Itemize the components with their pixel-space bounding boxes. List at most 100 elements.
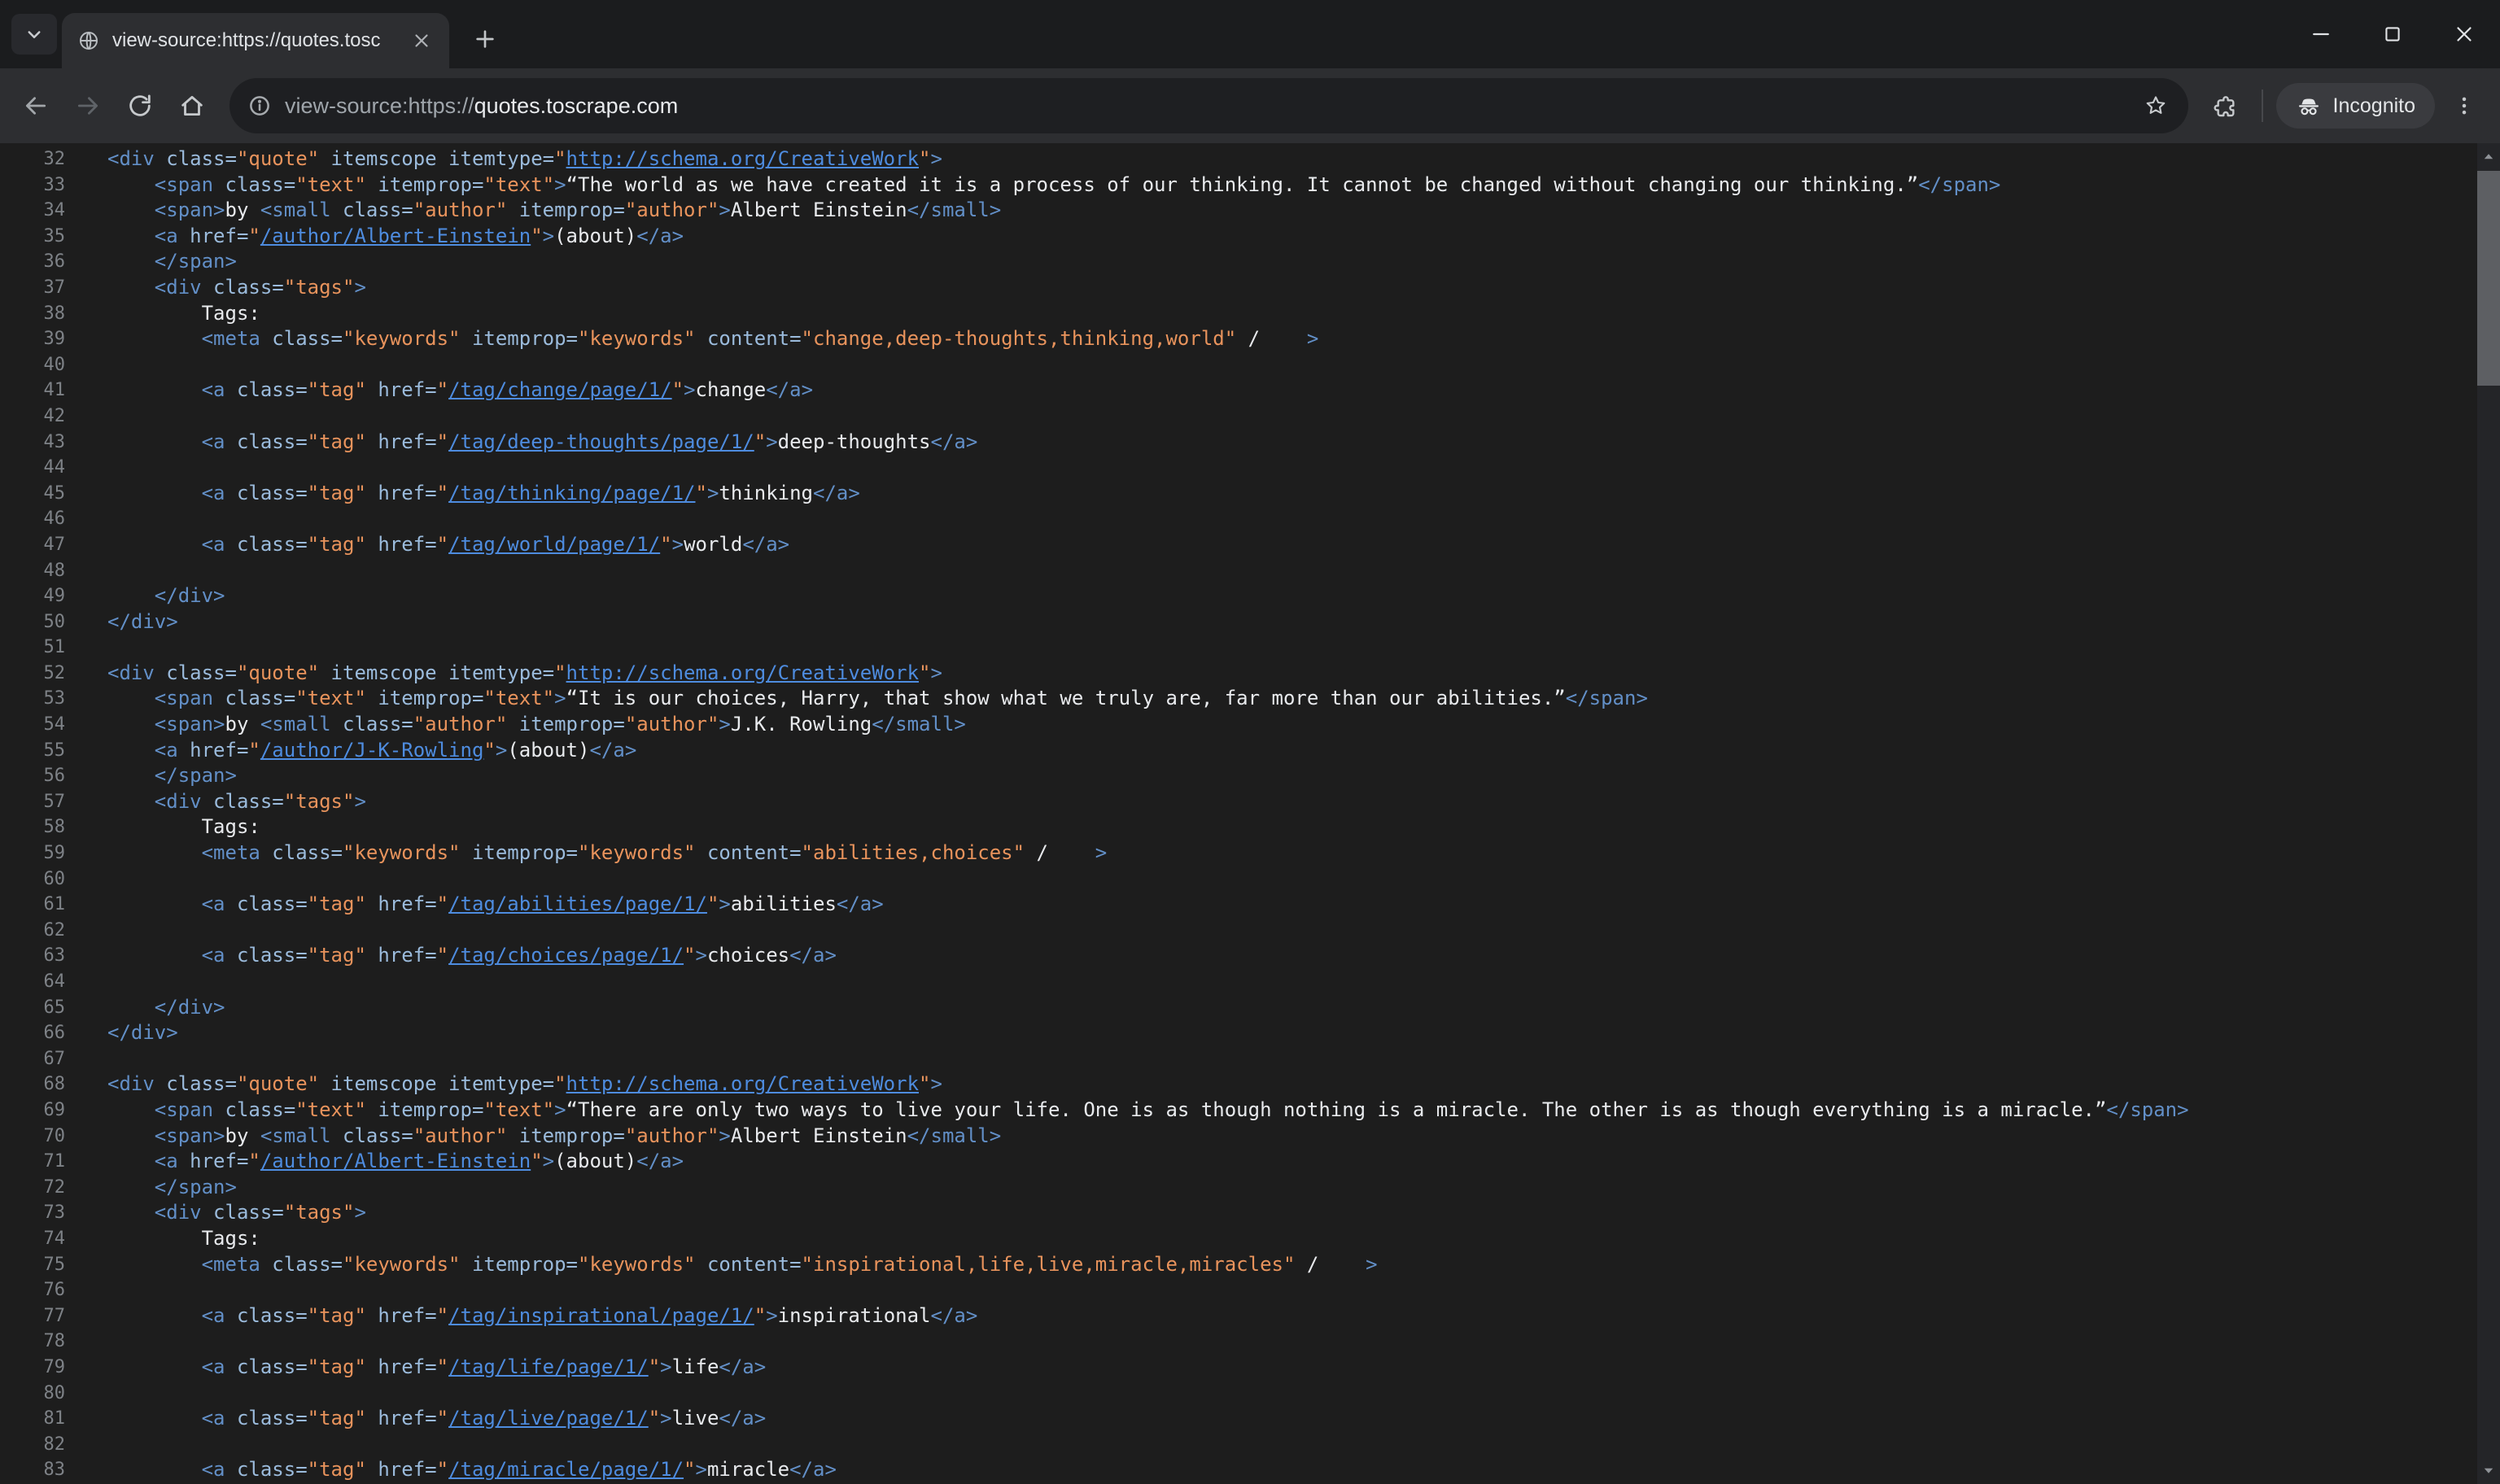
line-number: 51 bbox=[0, 635, 65, 661]
source-token: </span> bbox=[155, 1176, 237, 1198]
source-token: > bbox=[543, 1150, 554, 1172]
source-link[interactable]: /tag/abilities/page/1/ bbox=[448, 893, 707, 915]
tab-close-button[interactable] bbox=[405, 24, 438, 57]
source-line: 50</div> bbox=[0, 609, 2500, 635]
source-token: </a> bbox=[589, 739, 636, 762]
source-token: "text" bbox=[483, 687, 554, 709]
source-link[interactable]: /tag/life/page/1/ bbox=[448, 1355, 649, 1378]
source-token: change bbox=[696, 378, 767, 401]
source-token: "tags" bbox=[284, 790, 355, 813]
source-link[interactable]: http://schema.org/CreativeWork bbox=[566, 147, 919, 170]
address-bar[interactable]: view-source:https://quotes.toscrape.com bbox=[229, 78, 2188, 133]
source-line-code: <span>by <small class="author" itemprop=… bbox=[65, 198, 1001, 224]
source-token: <meta bbox=[202, 841, 273, 864]
source-token: content= bbox=[696, 327, 802, 350]
source-token: class= bbox=[237, 1458, 308, 1481]
line-number: 32 bbox=[0, 146, 65, 172]
source-token: class= bbox=[237, 378, 308, 401]
scrollbar[interactable] bbox=[2477, 143, 2500, 1484]
reload-button[interactable] bbox=[117, 83, 163, 129]
source-link[interactable]: /author/J-K-Rowling bbox=[260, 739, 484, 762]
forward-button[interactable] bbox=[65, 83, 111, 129]
close-window-button[interactable] bbox=[2428, 0, 2500, 68]
source-line-code: <a href="/author/J-K-Rowling">(about)</a… bbox=[65, 738, 636, 764]
line-number: 55 bbox=[0, 738, 65, 764]
minimize-button[interactable] bbox=[2285, 0, 2357, 68]
line-number: 73 bbox=[0, 1200, 65, 1226]
source-line: 77 <a class="tag" href="/tag/inspiration… bbox=[0, 1303, 2500, 1329]
source-line-code: <a class="tag" href="/tag/choices/page/1… bbox=[65, 943, 837, 969]
source-line-code: <a class="tag" href="/tag/deep-thoughts/… bbox=[65, 430, 977, 456]
scroll-up-button[interactable] bbox=[2477, 143, 2500, 171]
source-token: class= bbox=[213, 1201, 284, 1224]
tab-search-button[interactable] bbox=[11, 14, 57, 55]
source-token: "tags" bbox=[284, 1201, 355, 1224]
source-line-code: </div> bbox=[65, 995, 225, 1021]
source-line-code: <div class="tags"> bbox=[65, 1200, 366, 1226]
source-link[interactable]: /tag/thinking/page/1/ bbox=[448, 482, 695, 504]
source-token: </a> bbox=[636, 225, 684, 247]
source-token: (about) bbox=[554, 1150, 636, 1172]
active-tab[interactable]: view-source:https://quotes.tosc bbox=[62, 13, 449, 68]
source-link[interactable]: /tag/world/page/1/ bbox=[448, 533, 660, 556]
source-link[interactable]: http://schema.org/CreativeWork bbox=[566, 661, 919, 684]
source-token: <a bbox=[155, 225, 190, 247]
source-token: itemprop= bbox=[366, 1098, 484, 1121]
source-line: 40 bbox=[0, 352, 2500, 378]
source-token: "tag" bbox=[308, 1458, 366, 1481]
line-number: 50 bbox=[0, 609, 65, 635]
source-token: <a bbox=[155, 1150, 190, 1172]
source-token: > bbox=[1366, 1253, 1377, 1276]
source-link[interactable]: /tag/change/page/1/ bbox=[448, 378, 672, 401]
source-line-code: Tags: bbox=[65, 1226, 260, 1252]
maximize-button[interactable] bbox=[2357, 0, 2428, 68]
home-icon bbox=[178, 92, 206, 120]
site-info-button[interactable] bbox=[247, 94, 272, 118]
extensions-button[interactable] bbox=[2203, 83, 2249, 129]
source-token: "text" bbox=[295, 173, 366, 196]
source-token: " bbox=[672, 378, 684, 401]
source-link[interactable]: /tag/miracle/page/1/ bbox=[448, 1458, 684, 1481]
source-link[interactable]: /author/Albert-Einstein bbox=[260, 225, 531, 247]
source-line-code: <a href="/author/Albert-Einstein">(about… bbox=[65, 1149, 684, 1175]
source-token: " bbox=[437, 533, 448, 556]
source-line-code: </div> bbox=[65, 609, 178, 635]
line-number: 72 bbox=[0, 1175, 65, 1201]
source-line-code bbox=[65, 1432, 107, 1458]
source-link[interactable]: /tag/inspirational/page/1/ bbox=[448, 1304, 754, 1327]
back-button[interactable] bbox=[13, 83, 59, 129]
url-domain: quotes.toscrape.com bbox=[474, 94, 679, 118]
menu-button[interactable] bbox=[2441, 83, 2487, 129]
line-number: 33 bbox=[0, 172, 65, 199]
source-token: > bbox=[354, 276, 365, 299]
source-link[interactable]: /author/Albert-Einstein bbox=[260, 1150, 531, 1172]
source-link[interactable]: http://schema.org/CreativeWork bbox=[566, 1072, 919, 1095]
source-link[interactable]: /tag/choices/page/1/ bbox=[448, 944, 684, 967]
source-token: <a bbox=[202, 533, 237, 556]
plus-icon bbox=[472, 26, 498, 52]
source-line: 51 bbox=[0, 635, 2500, 661]
source-line: 38 Tags: bbox=[0, 301, 2500, 327]
source-link[interactable]: /tag/deep-thoughts/page/1/ bbox=[448, 430, 754, 453]
source-line-code: Tags: bbox=[65, 814, 260, 840]
source-line: 56 </span> bbox=[0, 763, 2500, 789]
source-token: " bbox=[437, 430, 448, 453]
source-token: class= bbox=[166, 1072, 237, 1095]
source-link[interactable]: /tag/live/page/1/ bbox=[448, 1407, 649, 1429]
scroll-down-button[interactable] bbox=[2477, 1456, 2500, 1484]
source-token: class= bbox=[343, 199, 413, 221]
source-line-code: <a class="tag" href="/tag/world/page/1/"… bbox=[65, 532, 789, 558]
source-token: Tags: bbox=[202, 1227, 260, 1250]
source-line-code bbox=[65, 352, 107, 378]
source-token: <a bbox=[202, 430, 237, 453]
scrollbar-thumb[interactable] bbox=[2477, 171, 2500, 386]
close-icon bbox=[411, 30, 432, 51]
line-number: 40 bbox=[0, 352, 65, 378]
new-tab-button[interactable] bbox=[462, 16, 508, 62]
line-number: 69 bbox=[0, 1098, 65, 1124]
source-line: 80 bbox=[0, 1381, 2500, 1407]
home-button[interactable] bbox=[169, 83, 215, 129]
bookmark-button[interactable] bbox=[2136, 86, 2175, 125]
line-number: 63 bbox=[0, 943, 65, 969]
source-token: " bbox=[684, 1458, 695, 1481]
